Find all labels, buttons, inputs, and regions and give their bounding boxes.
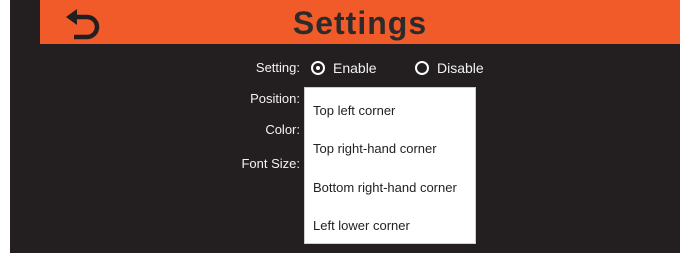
font-size-label: Font Size: — [241, 156, 300, 171]
dropdown-option[interactable]: Top right-hand corner — [313, 141, 437, 156]
position-dropdown[interactable]: Top left corner Top right-hand corner Bo… — [304, 87, 476, 244]
enable-label: Enable — [333, 60, 377, 76]
dropdown-option[interactable]: Top left corner — [313, 103, 395, 118]
color-label: Color: — [265, 122, 300, 137]
header-bar: Settings — [40, 0, 680, 44]
setting-label: Setting: — [255, 60, 300, 75]
disable-label: Disable — [437, 60, 484, 76]
radio-checked-icon — [311, 61, 325, 75]
position-label: Position: — [250, 91, 300, 106]
page-title: Settings — [292, 5, 428, 41]
enable-radio[interactable]: Enable — [311, 60, 377, 76]
dropdown-option[interactable]: Bottom right-hand corner — [313, 180, 457, 195]
radio-unchecked-icon — [415, 61, 429, 75]
dropdown-option[interactable]: Left lower corner — [313, 218, 410, 233]
disable-radio[interactable]: Disable — [415, 60, 484, 76]
